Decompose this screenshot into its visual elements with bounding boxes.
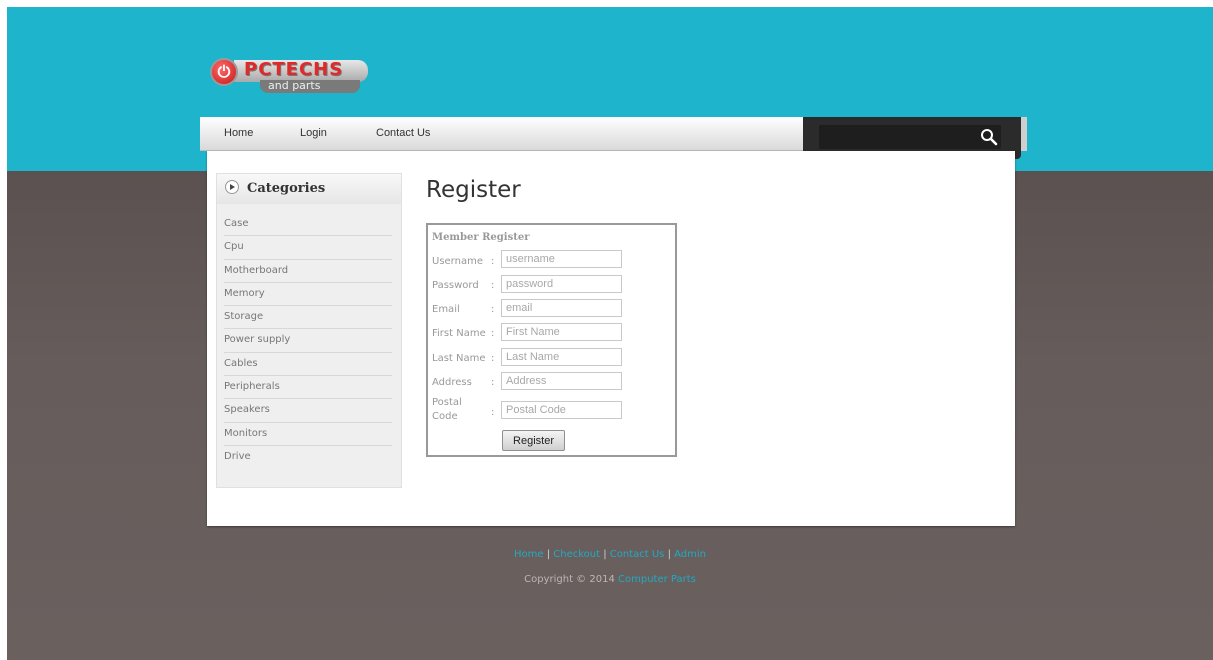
form-title: Member Register (432, 232, 530, 243)
first-name-colon: : (491, 328, 495, 339)
register-form: Member Register Username : Password : Em… (426, 223, 677, 457)
site-logo[interactable]: ⏻ PCTECHS and parts (204, 54, 374, 94)
postal-code-colon: : (491, 407, 495, 418)
footer-links: Home | Checkout | Contact Us | Admin (7, 549, 1213, 560)
main-nav: Home Login Contact Us (200, 117, 803, 151)
address-field[interactable] (501, 372, 622, 390)
page-title: Register (426, 177, 521, 203)
category-item-drive[interactable]: Drive (224, 446, 392, 469)
username-label: Username (432, 256, 483, 267)
page-frame: ⏻ PCTECHS and parts Home Login Contact U… (7, 7, 1213, 660)
first-name-label: First Name (432, 328, 486, 339)
address-label: Address (432, 377, 472, 388)
username-colon: : (491, 256, 495, 267)
last-name-label: Last Name (432, 353, 486, 364)
footer-separator: | (664, 549, 675, 560)
power-icon: ⏻ (210, 58, 238, 86)
category-item-power-supply[interactable]: Power supply (224, 329, 392, 353)
username-field[interactable] (501, 250, 622, 268)
categories-header: Categories (217, 174, 401, 204)
category-list: Case Cpu Motherboard Memory Storage Powe… (224, 213, 392, 469)
last-name-colon: : (491, 353, 495, 364)
category-item-peripherals[interactable]: Peripherals (224, 376, 392, 400)
logo-text: PCTECHS (244, 59, 344, 80)
register-button[interactable]: Register (502, 430, 565, 451)
category-item-cables[interactable]: Cables (224, 353, 392, 377)
email-colon: : (491, 304, 495, 315)
category-item-storage[interactable]: Storage (224, 306, 392, 330)
nav-contact-us[interactable]: Contact Us (376, 127, 430, 139)
password-label: Password (432, 280, 479, 291)
footer-separator: | (600, 549, 610, 560)
footer-separator: | (543, 549, 554, 560)
footer-link-contact-us[interactable]: Contact Us (610, 549, 665, 560)
play-arrow-icon (225, 180, 239, 194)
category-item-cpu[interactable]: Cpu (224, 236, 392, 260)
copyright-text: Copyright © 2014 (524, 574, 615, 585)
nav-home[interactable]: Home (224, 127, 253, 139)
last-name-field[interactable] (501, 348, 622, 366)
password-colon: : (491, 280, 495, 291)
email-field[interactable] (501, 299, 622, 317)
categories-title: Categories (247, 181, 326, 196)
nav-cap (1021, 117, 1027, 151)
email-label: Email (432, 304, 460, 315)
footer-link-admin[interactable]: Admin (674, 549, 706, 560)
category-item-speakers[interactable]: Speakers (224, 399, 392, 423)
content-panel: Categories Case Cpu Motherboard Memory S… (207, 151, 1015, 526)
categories-sidebar: Categories Case Cpu Motherboard Memory S… (216, 173, 402, 488)
footer-brand-link[interactable]: Computer Parts (618, 574, 696, 585)
logo-subtext: and parts (268, 79, 321, 92)
category-item-monitors[interactable]: Monitors (224, 423, 392, 446)
footer-copyright: Copyright © 2014 Computer Parts (7, 574, 1213, 585)
category-item-case[interactable]: Case (224, 213, 392, 237)
nav-login[interactable]: Login (300, 127, 327, 139)
postal-code-label: Postal Code (432, 397, 462, 422)
password-field[interactable] (501, 275, 622, 293)
address-colon: : (491, 377, 495, 388)
search-input[interactable] (819, 125, 1001, 149)
footer-link-checkout[interactable]: Checkout (553, 549, 600, 560)
footer-link-home[interactable]: Home (514, 549, 544, 560)
postal-code-field[interactable] (501, 401, 622, 419)
first-name-field[interactable] (501, 323, 622, 341)
search-icon[interactable] (979, 127, 999, 147)
category-item-memory[interactable]: Memory (224, 283, 392, 307)
category-item-motherboard[interactable]: Motherboard (224, 260, 392, 283)
